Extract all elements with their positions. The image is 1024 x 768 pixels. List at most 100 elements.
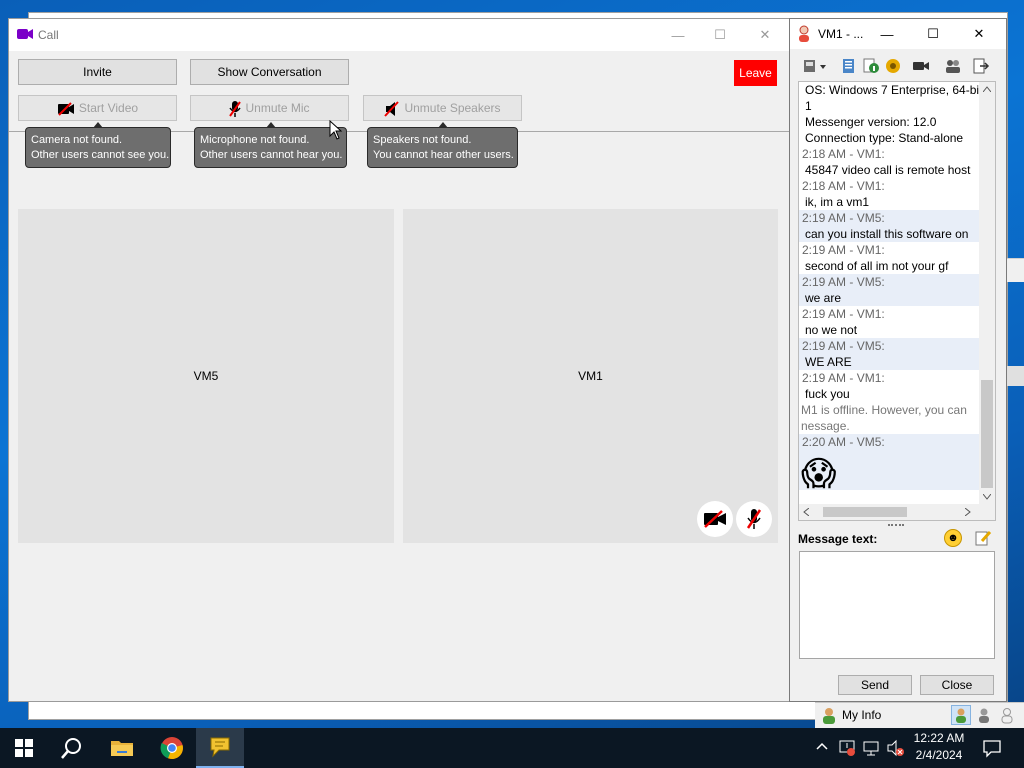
call-window-title: Call (38, 28, 59, 42)
message-header: 2:18 AM - VM1: (802, 147, 885, 161)
message-header: 2:19 AM - VM5: (799, 210, 979, 226)
message-header: 2:20 AM - VM5: (799, 434, 979, 450)
chat-window: VM1 - ... — ☐ ✕ OS: Windows 7 Enterprise… (789, 18, 1007, 702)
unmute-speakers-label: Unmute Speakers (404, 101, 501, 115)
settings-gear-icon[interactable] (884, 57, 902, 75)
message-header: 2:19 AM - VM1: (802, 243, 885, 257)
microphone-tooltip-line2: Other users cannot hear you. (200, 149, 343, 161)
camera-tooltip-line1: Camera not found. (31, 134, 123, 146)
search-button[interactable] (48, 728, 96, 768)
group-call-icon[interactable] (944, 57, 962, 75)
mic-muted-icon (229, 100, 242, 117)
horizontal-scroll-thumb[interactable] (823, 507, 907, 517)
mic-muted-indicator-icon[interactable] (736, 501, 772, 537)
scroll-up-icon[interactable] (983, 86, 991, 92)
message-header: 2:19 AM - VM1: (802, 371, 885, 385)
start-video-button[interactable]: Start Video (18, 95, 177, 121)
volume-muted-icon[interactable] (886, 739, 904, 757)
emoji-picker-icon[interactable]: ☻ (944, 529, 962, 547)
chat-title-bar[interactable]: VM1 - ... — ☐ ✕ (790, 19, 1006, 49)
messenger-taskbar-button[interactable] (196, 728, 244, 768)
vertical-scrollbar[interactable] (979, 82, 995, 506)
call-title-bar[interactable]: Call — ☐ ✕ (9, 19, 789, 51)
my-info-icon[interactable] (821, 707, 837, 728)
messenger-tray-icon[interactable] (838, 739, 856, 757)
message-input[interactable] (799, 551, 995, 659)
scroll-left-icon[interactable] (803, 508, 809, 516)
message-text: we are (799, 290, 979, 306)
start-video-label: Start Video (78, 101, 139, 115)
chat-window-title: VM1 - ... (818, 27, 864, 41)
close-chat-button[interactable]: Close (920, 675, 994, 695)
microphone-tooltip: Microphone not found. Other users cannot… (194, 122, 347, 168)
format-text-icon[interactable] (974, 529, 992, 547)
exit-icon[interactable] (972, 57, 990, 75)
scrollbar-corner (979, 504, 995, 520)
participant-video-vm5[interactable]: VM5 (18, 209, 394, 543)
splitter-grip[interactable] (888, 524, 904, 528)
chat-close-window-button[interactable]: ✕ (956, 19, 1002, 49)
chrome-icon (160, 737, 183, 760)
close-window-button[interactable]: ✕ (742, 19, 788, 51)
message-text: ik, im a vm1 (805, 195, 870, 209)
vertical-scroll-thumb[interactable] (981, 380, 993, 488)
system-clock[interactable]: 12:22 AM 2/4/2024 (906, 730, 972, 766)
speakers-tooltip-line1: Speakers not found. (373, 134, 472, 146)
message-text: no we not (805, 323, 858, 337)
system-message: nessage. (801, 419, 850, 433)
contacts-away-icon[interactable] (975, 706, 993, 727)
chrome-button[interactable] (148, 728, 196, 768)
minimize-button[interactable]: — (655, 19, 701, 51)
message-text: Connection type: Stand-alone (805, 131, 964, 145)
scroll-down-icon[interactable] (983, 494, 991, 500)
send-button[interactable]: Send (838, 675, 912, 695)
maximize-button[interactable]: ☐ (697, 19, 743, 51)
windows-logo-icon (15, 739, 33, 757)
contacts-online-icon[interactable] (951, 705, 971, 725)
leave-button[interactable]: Leave (734, 60, 777, 86)
message-text: WE ARE (799, 354, 979, 370)
unmute-speakers-button[interactable]: Unmute Speakers (363, 95, 522, 121)
video-camera-icon[interactable] (912, 57, 930, 75)
notifications-icon[interactable] (982, 738, 1002, 758)
horizontal-scrollbar[interactable] (799, 504, 979, 520)
participant-name: VM5 (193, 369, 219, 383)
message-text: 1 (805, 99, 812, 113)
message-history[interactable]: OS: Windows 7 Enterprise, 64-bit 1 Messeng… (798, 81, 996, 521)
message-text: second of all im not your gf (805, 259, 949, 273)
file-explorer-button[interactable] (98, 728, 146, 768)
start-button[interactable] (0, 728, 48, 768)
chat-toolbar (800, 55, 1000, 77)
participant-name: VM1 (578, 369, 603, 383)
taskbar: 12:22 AM 2/4/2024 (0, 728, 1024, 768)
send-file-dropdown-icon[interactable] (802, 57, 828, 75)
chat-maximize-button[interactable]: ☐ (910, 19, 956, 49)
message-list: OS: Windows 7 Enterprise, 64-bit 1 Messeng… (799, 82, 979, 490)
invite-button[interactable]: Invite (18, 59, 177, 85)
call-window: Call — ☐ ✕ Invite Show Conversation Leav… (8, 18, 790, 702)
chat-minimize-button[interactable]: — (864, 19, 910, 49)
history-icon[interactable] (840, 57, 858, 75)
message-header: 2:18 AM - VM1: (802, 179, 885, 193)
speaker-muted-icon (384, 101, 400, 117)
message-text: can you install this software on (799, 226, 979, 242)
user-info-icon[interactable] (862, 57, 880, 75)
unmute-mic-label: Unmute Mic (245, 101, 310, 115)
network-icon[interactable] (862, 739, 880, 757)
video-off-icon (57, 102, 74, 116)
message-header: 2:19 AM - VM1: (802, 307, 885, 321)
user-icon (799, 25, 809, 42)
video-off-indicator-icon[interactable] (697, 501, 733, 537)
contacts-offline-icon[interactable] (998, 706, 1016, 727)
speakers-tooltip: Speakers not found. You cannot hear othe… (367, 122, 518, 168)
emoji-message: 😱 (799, 450, 979, 490)
participant-video-vm1[interactable]: VM1 (403, 209, 778, 543)
show-hidden-icons-icon[interactable] (816, 742, 828, 750)
mouse-cursor-icon (329, 120, 343, 140)
my-info-label[interactable]: My Info (842, 708, 881, 722)
message-text: OS: Windows 7 Enterprise, 64-bit (805, 83, 979, 97)
scroll-right-icon[interactable] (965, 508, 971, 516)
show-conversation-button[interactable]: Show Conversation (190, 59, 349, 85)
speakers-tooltip-line2: You cannot hear other users. (373, 149, 514, 161)
unmute-mic-button[interactable]: Unmute Mic (190, 95, 349, 121)
